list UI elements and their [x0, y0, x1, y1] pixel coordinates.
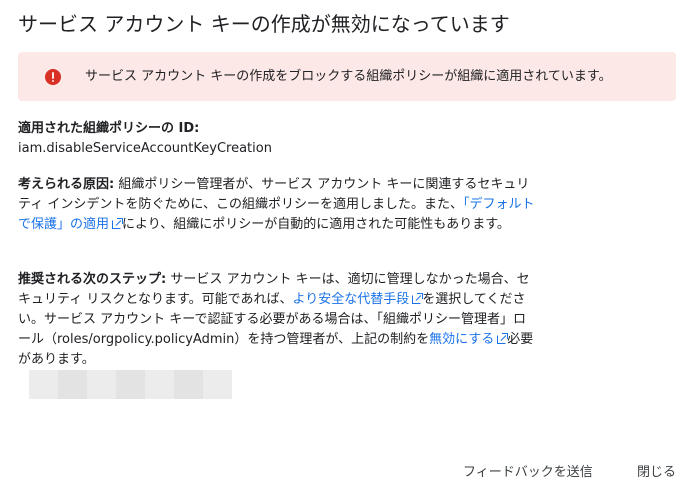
- external-link-icon[interactable]: [112, 218, 124, 229]
- redacted-content: [29, 370, 232, 399]
- policy-id: iam.disableServiceAccountKeyCreation: [18, 141, 272, 156]
- error-message: サービス アカウント キーの作成をブロックする組織ポリシーが組織に適用されていま…: [85, 69, 612, 84]
- external-link-icon[interactable]: [412, 293, 424, 304]
- error-banner: サービス アカウント キーの作成をブロックする組織ポリシーが組織に適用されていま…: [18, 52, 676, 101]
- send-feedback-button[interactable]: フィードバックを送信: [463, 463, 593, 483]
- cause-text-2: により、組織にポリシーが自動的に適用された可能性もあります。: [122, 217, 510, 232]
- cause-label: 考えられる原因:: [18, 177, 115, 192]
- next-steps-section: 推奨される次のステップ: サービス アカウント キーは、適切に管理しなかった場合…: [18, 270, 538, 370]
- cause-section: 考えられる原因: 組織ポリシー管理者が、サービス アカウント キーに関連するセキ…: [18, 175, 538, 235]
- external-link-icon[interactable]: [497, 333, 509, 344]
- safer-alternatives-link[interactable]: より安全な代替手段: [293, 292, 410, 307]
- disable-constraint-link[interactable]: 無効にする: [429, 332, 494, 347]
- error-icon: [45, 69, 61, 85]
- dialog-title: サービス アカウント キーの作成が無効になっています: [18, 12, 510, 36]
- policy-label: 適用された組織ポリシーの ID:: [18, 121, 200, 136]
- next-steps-label: 推奨される次のステップ:: [18, 272, 167, 287]
- policy-section: 適用された組織ポリシーの ID: iam.disableServiceAccou…: [18, 119, 538, 159]
- close-button[interactable]: 閉じる: [637, 463, 676, 483]
